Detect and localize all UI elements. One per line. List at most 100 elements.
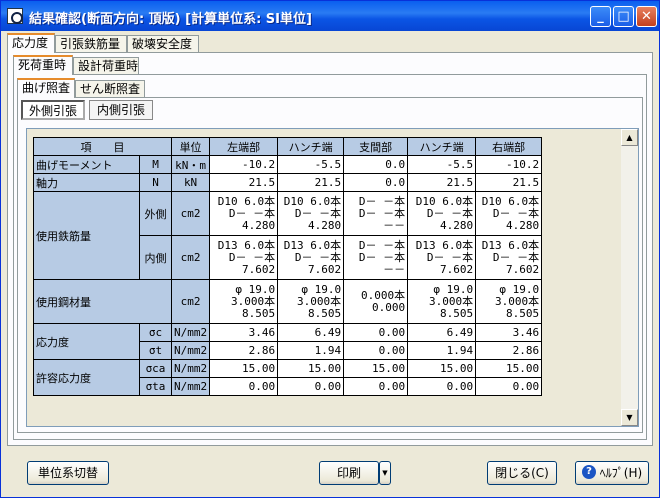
result-scroll-area[interactable]: 項 目 単位 左端部 ハンチ端 支間部 ハンチ端 右端部 曲げモーメント M k… (26, 128, 639, 427)
cell: D10 6.0本 D－ －本 4.280 (407, 191, 477, 236)
table-row: 使用鉄筋量 外側 cm2 D10 6.0本 D－ －本 4.280 D10 6.… (33, 191, 543, 280)
close-window-button[interactable]: ✕ (636, 6, 657, 27)
row-label: 使用鉄筋量 (33, 191, 140, 280)
tab-tension-rebar[interactable]: 引張鉄筋量 (55, 35, 127, 53)
title-bar[interactable]: 結果確認(断面方向: 頂版) [計算単位系: SI単位] _ □ ✕ (1, 1, 659, 31)
help-button[interactable]: ? ﾍﾙﾌﾟ(H) (575, 461, 649, 485)
cell: 0.000本 0.000 (343, 279, 409, 324)
header-haunch-2: ハンチ端 (407, 137, 477, 156)
row-symbol: σc (139, 323, 172, 342)
print-dropdown-icon[interactable]: ▼ (379, 461, 391, 485)
close-button[interactable]: 閉じる(C) (487, 461, 557, 485)
cell: D10 6.0本 D－ －本 4.280 (277, 191, 345, 236)
cell: 15.00 (475, 359, 543, 378)
cell: 2.86 (209, 341, 279, 360)
cell: 0.00 (209, 377, 279, 396)
row-symbol: N (139, 173, 172, 192)
header-left-end: 左端部 (209, 137, 279, 156)
row-symbol: σta (139, 377, 172, 396)
table-row: 曲げモーメント M kN・m -10.2 -5.5 0.0 -5.5 -10.2 (33, 155, 543, 174)
vertical-scrollbar[interactable]: ▲ ▼ (621, 129, 638, 426)
cell: 15.00 (343, 359, 409, 378)
outer-tension-toggle[interactable]: 外側引張 (21, 100, 85, 120)
row-label: 応力度 (33, 323, 140, 360)
app-icon (7, 8, 23, 24)
scroll-down-icon[interactable]: ▼ (621, 409, 638, 426)
row-unit: kN (170, 173, 211, 192)
cell: 1.94 (407, 341, 477, 360)
cell: 6.49 (407, 323, 477, 342)
cell: -10.2 (209, 155, 279, 174)
cell: 1.94 (277, 341, 345, 360)
cell: 15.00 (209, 359, 279, 378)
row-unit: cm2 (170, 191, 211, 236)
row-symbol: M (139, 155, 172, 174)
cell: 15.00 (407, 359, 477, 378)
cell: -5.5 (277, 155, 345, 174)
cell: 0.0 (343, 173, 409, 192)
cell: D13 6.0本 D－ －本 7.602 (407, 235, 477, 280)
row-label: 軸力 (33, 173, 140, 192)
result-window: 結果確認(断面方向: 頂版) [計算単位系: SI単位] _ □ ✕ 応力度 引… (0, 0, 660, 498)
cell: D－ －本 D－ －本 －－ (343, 235, 409, 280)
cell: 21.5 (475, 173, 543, 192)
row-label: 曲げモーメント (33, 155, 140, 174)
tab-stress[interactable]: 応力度 (7, 33, 55, 53)
table-row: 許容応力度 σca N/mm2 15.00 15.00 15.00 15.00 … (33, 359, 543, 396)
window-title: 結果確認(断面方向: 頂版) [計算単位系: SI単位] (29, 12, 312, 27)
row-label: 許容応力度 (33, 359, 140, 396)
row-unit: N/mm2 (170, 341, 211, 360)
cell: 21.5 (277, 173, 345, 192)
cell: 2.86 (475, 341, 543, 360)
cell: D13 6.0本 D－ －本 7.602 (475, 235, 543, 280)
table-row: 軸力 N kN 21.5 21.5 0.0 21.5 21.5 (33, 173, 543, 192)
unit-switch-button[interactable]: 単位系切替 (27, 461, 109, 485)
row-unit: N/mm2 (170, 377, 211, 396)
cell: D10 6.0本 D－ －本 4.280 (475, 191, 543, 236)
cell: D13 6.0本 D－ －本 7.602 (209, 235, 279, 280)
row-sub-label: 外側 (139, 191, 172, 236)
maximize-button[interactable]: □ (613, 6, 634, 27)
cell: 0.00 (475, 377, 543, 396)
cell: 3.46 (209, 323, 279, 342)
cell: 3.46 (475, 323, 543, 342)
cell: D10 6.0本 D－ －本 4.280 (209, 191, 279, 236)
tab-bending-check[interactable]: 曲げ照査 (17, 78, 75, 98)
help-label: ﾍﾙﾌﾟ(H) (599, 466, 643, 480)
scroll-up-icon[interactable]: ▲ (621, 129, 638, 146)
minimize-button[interactable]: _ (590, 6, 611, 27)
header-unit: 単位 (170, 137, 211, 156)
cell: φ 19.0 3.000本 8.505 (209, 279, 279, 324)
row-symbol: σt (139, 341, 172, 360)
cell: D－ －本 D－ －本 －－ (343, 191, 409, 236)
table-row: 使用鋼材量 cm2 φ 19.0 3.000本 8.505 φ 19.0 3.0… (33, 279, 543, 324)
tab-dead-load[interactable]: 死荷重時 (13, 55, 73, 75)
cell: 0.00 (343, 323, 409, 342)
cell: -5.5 (407, 155, 477, 174)
header-haunch-1: ハンチ端 (277, 137, 345, 156)
cell: 0.00 (343, 377, 409, 396)
row-label: 使用鋼材量 (33, 279, 172, 324)
cell: 0.00 (343, 341, 409, 360)
tab-safety[interactable]: 破壊安全度 (127, 35, 199, 53)
cell: -10.2 (475, 155, 543, 174)
row-unit: N/mm2 (170, 323, 211, 342)
cell: 6.49 (277, 323, 345, 342)
help-icon: ? (582, 465, 596, 479)
cell: 15.00 (277, 359, 345, 378)
row-unit: kN・m (170, 155, 211, 174)
cell: 0.0 (343, 155, 409, 174)
header-span: 支間部 (343, 137, 409, 156)
inner-tension-toggle[interactable]: 内側引張 (89, 100, 153, 120)
table-header-row: 項 目 単位 左端部 ハンチ端 支間部 ハンチ端 右端部 (33, 137, 543, 156)
tab-shear-check[interactable]: せん断照査 (75, 80, 145, 98)
row-sub-label: 内側 (139, 235, 172, 280)
row-symbol: σca (139, 359, 172, 378)
header-right-end: 右端部 (475, 137, 543, 156)
tab-design-load[interactable]: 設計荷重時 (73, 57, 139, 75)
table-row: 応力度 σc N/mm2 3.46 6.49 0.00 6.49 3.46 (33, 323, 543, 360)
print-button[interactable]: 印刷 (319, 461, 379, 485)
cell: 0.00 (407, 377, 477, 396)
row-unit: cm2 (170, 279, 211, 324)
cell: φ 19.0 3.000本 8.505 (277, 279, 345, 324)
